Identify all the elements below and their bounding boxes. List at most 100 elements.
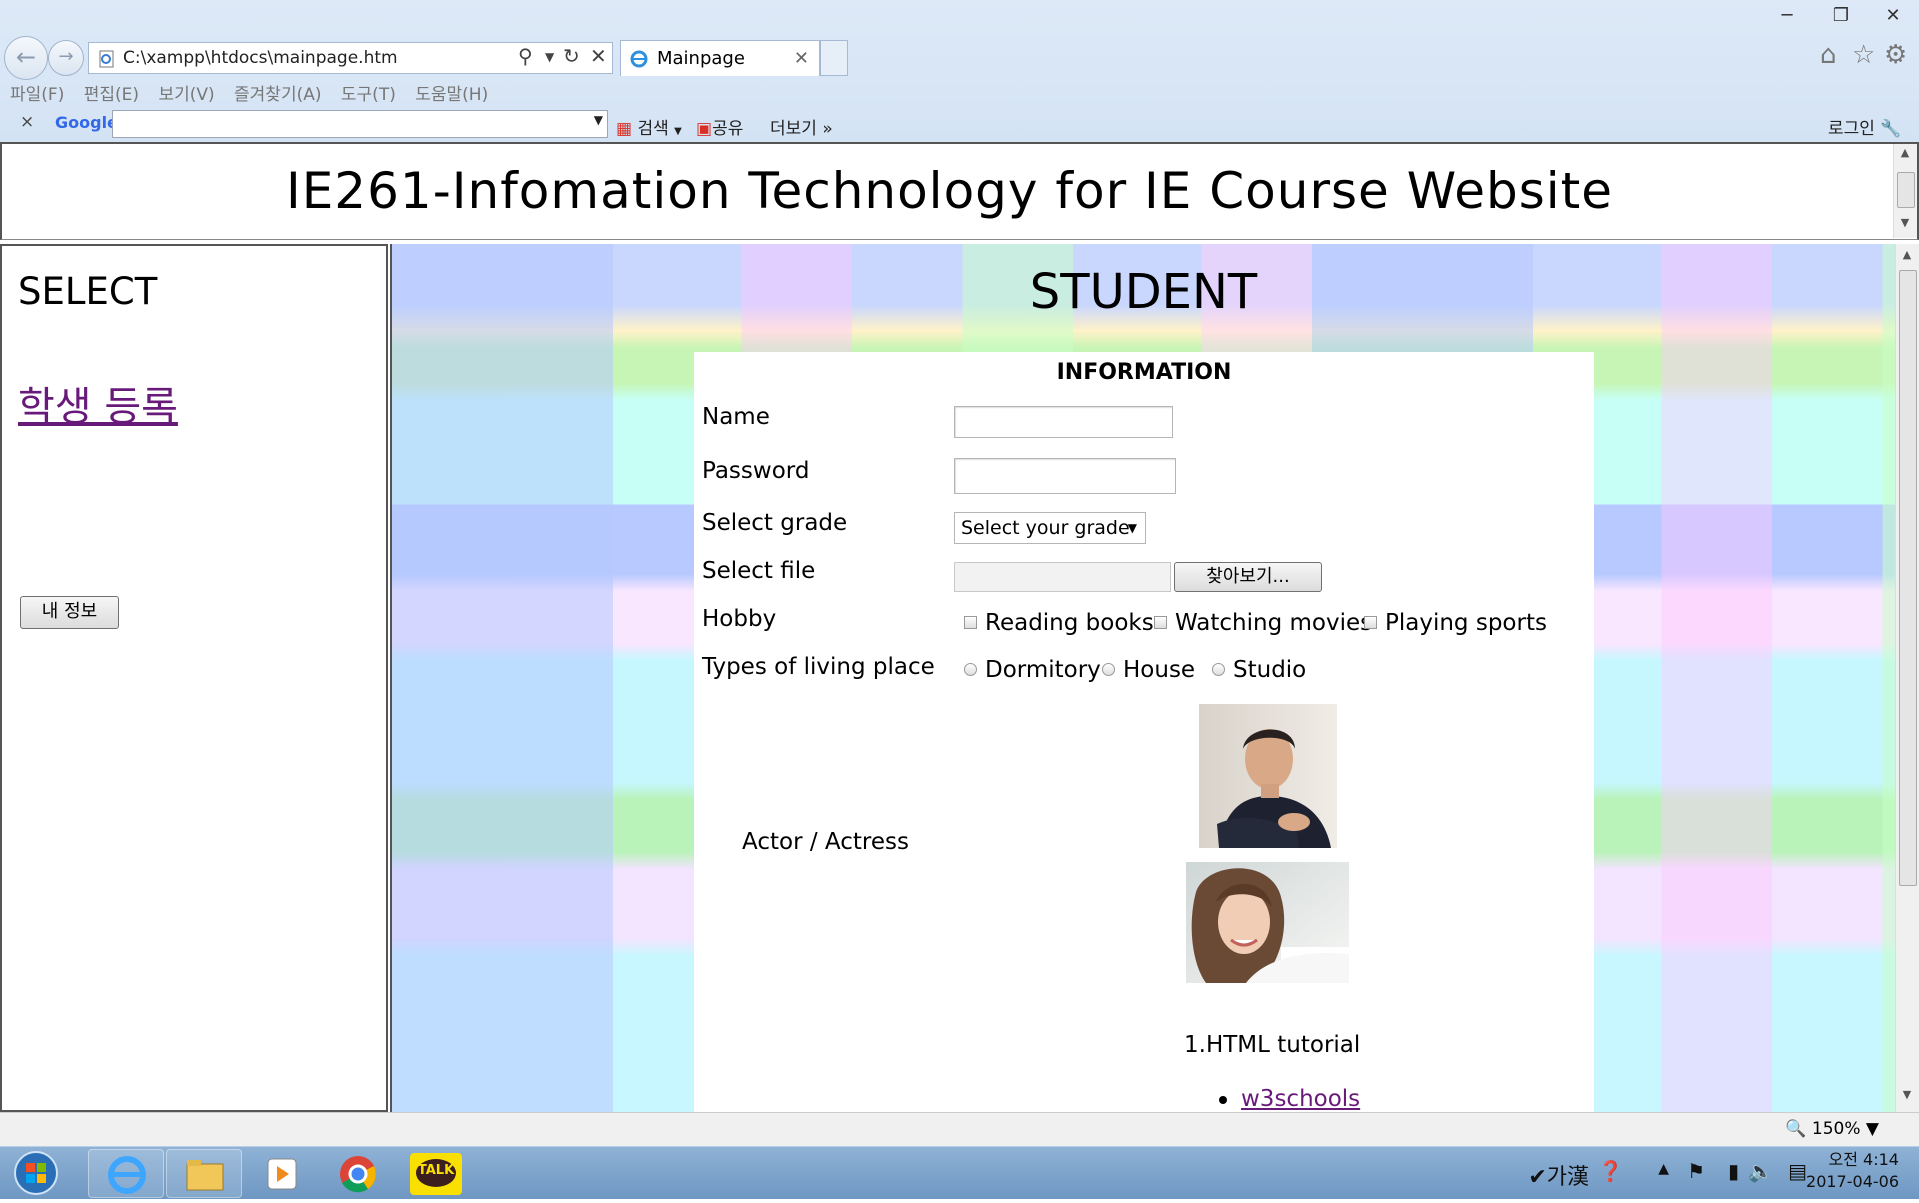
grade-select[interactable]: Select your grade ▼: [954, 512, 1146, 544]
scroll-down-icon[interactable]: ▼: [1894, 216, 1916, 236]
network-icon[interactable]: ▤: [1788, 1159, 1807, 1183]
password-label: Password: [702, 458, 810, 484]
hobby-movies-checkbox[interactable]: Watching movies: [1154, 610, 1372, 636]
search-icon[interactable]: ⚲: [518, 44, 533, 68]
checkbox-icon: [1154, 615, 1167, 629]
radio-icon: [964, 662, 977, 676]
checkbox-icon: [964, 615, 977, 629]
menu-help[interactable]: 도움말(H): [415, 85, 488, 105]
address-bar[interactable]: C:\xampp\htdocs\mainpage.htm: [88, 42, 613, 74]
dropdown-icon[interactable]: ▼: [594, 113, 603, 127]
page-icon: [99, 50, 114, 68]
taskbar-explorer-icon[interactable]: [166, 1149, 242, 1198]
file-path-input[interactable]: [954, 562, 1171, 592]
help-icon[interactable]: ❓: [1598, 1159, 1623, 1183]
scroll-thumb[interactable]: [1899, 270, 1917, 886]
new-tab-button[interactable]: [820, 40, 848, 76]
file-label: Select file: [702, 558, 816, 584]
menu-file[interactable]: 파일(F): [10, 85, 64, 105]
living-house-radio[interactable]: House: [1102, 657, 1195, 683]
password-input[interactable]: [954, 458, 1176, 494]
close-toolbar-icon[interactable]: ×: [20, 112, 34, 132]
my-info-button[interactable]: 내 정보: [20, 596, 119, 629]
bullet-icon: [1219, 1095, 1227, 1104]
site-title: IE261-Infomation Technology for IE Cours…: [285, 162, 1614, 220]
taskbar-kakaotalk-icon[interactable]: TALK: [398, 1149, 474, 1198]
forward-button[interactable]: →: [48, 40, 84, 76]
address-text: C:\xampp\htdocs\mainpage.htm: [123, 48, 398, 68]
hobby-sports-checkbox[interactable]: Playing sports: [1364, 610, 1547, 636]
scroll-thumb[interactable]: [1897, 172, 1915, 208]
actress-photo: [1186, 862, 1349, 983]
ime-icon: ✔: [1528, 1165, 1547, 1190]
google-search-input[interactable]: ▼: [112, 110, 608, 138]
menu-edit[interactable]: 편집(E): [84, 85, 139, 105]
hobby-label: Hobby: [702, 606, 777, 632]
left-title: SELECT: [18, 270, 158, 313]
taskbar-mediaplayer-icon[interactable]: [244, 1149, 320, 1198]
register-student-link[interactable]: 학생 등록: [18, 374, 178, 432]
scroll-up-icon[interactable]: ▲: [1894, 146, 1916, 166]
name-input[interactable]: [954, 406, 1173, 438]
radio-icon: [1102, 662, 1115, 676]
hobby-reading-checkbox[interactable]: Reading books: [964, 610, 1154, 636]
information-form: INFORMATION Name Password Select grade S…: [694, 352, 1594, 1112]
restore-button[interactable]: ❐: [1826, 2, 1856, 30]
status-bar: 🔍 150% ▼: [0, 1112, 1919, 1146]
share-icon: ▣: [696, 119, 713, 139]
actor-label: Actor / Actress: [742, 829, 909, 855]
main-frame: STUDENT INFORMATION Name Password Select…: [390, 244, 1919, 1112]
header-scrollbar[interactable]: ▲ ▼: [1893, 144, 1917, 238]
google-search-button[interactable]: ▦ 검색 ▼: [616, 114, 682, 139]
login-button[interactable]: 로그인 🔧: [1828, 114, 1902, 139]
favorites-star-icon[interactable]: ☆: [1852, 40, 1875, 70]
radio-icon: [1212, 662, 1225, 676]
start-button[interactable]: [6, 1149, 68, 1197]
clock[interactable]: 오전 4:14 2017-04-06: [1806, 1149, 1899, 1193]
menu-tools[interactable]: 도구(T): [341, 85, 396, 105]
refresh-icon[interactable]: ↻: [563, 44, 580, 68]
stop-icon[interactable]: ✕: [590, 44, 607, 68]
share-button[interactable]: ▣공유: [696, 114, 743, 139]
zoom-control[interactable]: 🔍 150% ▼: [1785, 1119, 1879, 1139]
home-icon[interactable]: ⌂: [1820, 40, 1837, 70]
tab-mainpage[interactable]: Mainpage ✕: [620, 40, 820, 76]
main-scrollbar[interactable]: ▲ ▼: [1895, 244, 1919, 1112]
google-logo: Google: [55, 113, 118, 132]
living-dormitory-radio[interactable]: Dormitory: [964, 657, 1101, 683]
name-label: Name: [702, 404, 770, 430]
menu-view[interactable]: 보기(V): [158, 85, 214, 105]
show-hidden-icons-icon[interactable]: ▲: [1658, 1161, 1669, 1177]
minimize-button[interactable]: ─: [1772, 2, 1802, 30]
actor-photo: [1199, 704, 1337, 848]
back-button[interactable]: ←: [4, 36, 48, 80]
form-heading: INFORMATION: [1056, 360, 1232, 385]
power-icon[interactable]: ▮: [1728, 1159, 1739, 1183]
browse-file-button[interactable]: 찾아보기...: [1174, 562, 1322, 592]
living-studio-radio[interactable]: Studio: [1212, 657, 1306, 683]
checkbox-icon: [1364, 615, 1377, 629]
volume-icon[interactable]: 🔈: [1748, 1159, 1773, 1183]
tutorial-title: 1.HTML tutorial: [1184, 1032, 1361, 1058]
taskbar-ie-icon[interactable]: [88, 1149, 164, 1198]
scroll-up-icon[interactable]: ▲: [1896, 248, 1918, 268]
search-dropdown-icon[interactable]: ▼: [545, 50, 554, 64]
grade-label: Select grade: [702, 510, 848, 536]
ime-indicator[interactable]: ✔가漢: [1528, 1159, 1589, 1191]
google-toolbar: × Google ▼ ▦ 검색 ▼ ▣공유 더보기 » 로그인 🔧: [0, 110, 1919, 142]
dropdown-arrow-icon: ▼: [1127, 521, 1137, 535]
close-window-button[interactable]: ✕: [1878, 2, 1908, 30]
menu-bar: 파일(F) 편집(E) 보기(V) 즐겨찾기(A) 도구(T) 도움말(H): [10, 80, 502, 105]
scroll-down-icon[interactable]: ▼: [1896, 1088, 1918, 1108]
header-frame: IE261-Infomation Technology for IE Cours…: [0, 142, 1919, 240]
tutorial-list-item: w3schools: [1219, 1086, 1360, 1112]
close-tab-icon[interactable]: ✕: [794, 41, 809, 77]
zoom-icon: 🔍: [1785, 1119, 1807, 1139]
w3schools-link[interactable]: w3schools: [1241, 1086, 1360, 1112]
action-center-flag-icon[interactable]: ⚑: [1687, 1159, 1705, 1183]
taskbar-chrome-icon[interactable]: [320, 1149, 396, 1198]
settings-gear-icon[interactable]: ⚙: [1884, 40, 1907, 70]
more-button[interactable]: 더보기 »: [770, 114, 833, 139]
left-frame: SELECT 학생 등록 내 정보: [0, 244, 388, 1112]
menu-favorites[interactable]: 즐겨찾기(A): [234, 85, 321, 105]
